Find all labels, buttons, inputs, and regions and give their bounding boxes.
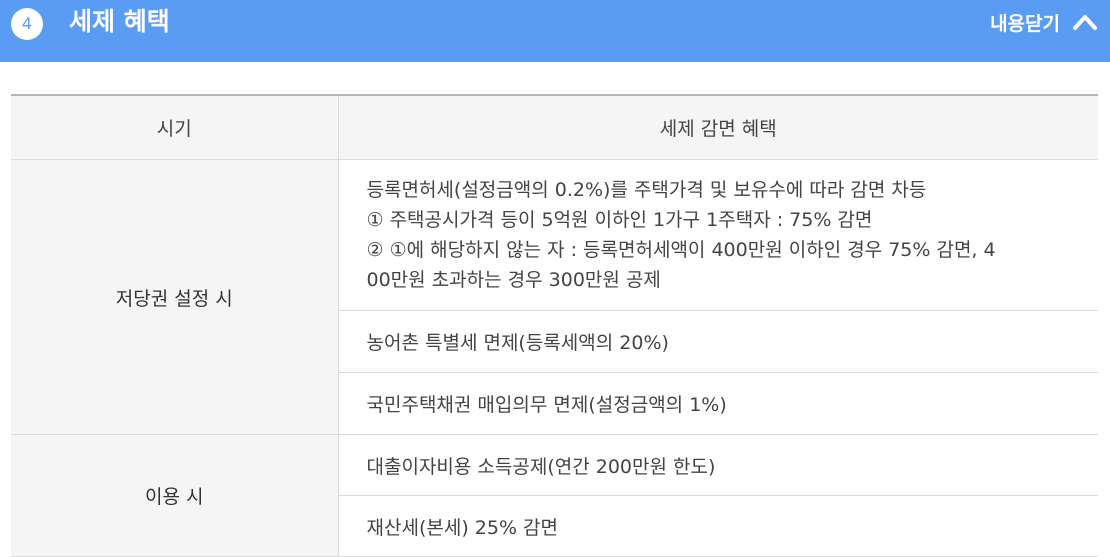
benefit-cell: 농어촌 특별세 면제(등록세액의 20%) (338, 310, 1098, 373)
step-number-badge: 4 (11, 8, 43, 40)
section-header: 4 세제 혜택 내용닫기 (0, 0, 1110, 62)
chevron-up-icon (1072, 13, 1098, 31)
period-cell: 저당권 설정 시 (11, 159, 339, 435)
tax-benefit-table: 시기 세제 감면 혜택 저당권 설정 시 등록면허세(설정금액의 0.2%)를 … (11, 94, 1098, 557)
benefit-cell: 등록면허세(설정금액의 0.2%)를 주택가격 및 보유수에 따라 감면 차등 … (338, 159, 1098, 311)
period-cell: 이용 시 (11, 434, 339, 557)
benefit-line: ② ①에 해당하지 않는 자 : 등록면허세액이 400만원 이하인 경우 75… (366, 239, 996, 261)
column-header-period: 시기 (11, 95, 339, 160)
section-title: 세제 혜택 (69, 7, 170, 36)
table-header-row: 시기 세제 감면 혜택 (11, 95, 1098, 160)
collapse-label: 내용닫기 (990, 12, 1060, 35)
collapse-content-button[interactable]: 내용닫기 (990, 4, 1098, 40)
benefit-cell: 재산세(본세) 25% 감면 (338, 495, 1098, 557)
benefit-line: ① 주택공시가격 등이 5억원 이하인 1가구 1주택자 : 75% 감면 (366, 209, 873, 231)
table-row: 이용 시 대출이자비용 소득공제(연간 200만원 한도) (11, 434, 1098, 557)
benefit-line: 00만원 초과하는 경우 300만원 공제 (366, 269, 661, 291)
benefit-cell: 국민주택채권 매입의무 면제(설정금액의 1%) (338, 372, 1098, 435)
benefit-cell: 대출이자비용 소득공제(연간 200만원 한도) (338, 434, 1098, 496)
benefit-line: 등록면허세(설정금액의 0.2%)를 주택가격 및 보유수에 따라 감면 차등 (366, 179, 927, 201)
table-row: 저당권 설정 시 등록면허세(설정금액의 0.2%)를 주택가격 및 보유수에 … (11, 159, 1098, 435)
column-header-benefit: 세제 감면 혜택 (338, 95, 1098, 160)
